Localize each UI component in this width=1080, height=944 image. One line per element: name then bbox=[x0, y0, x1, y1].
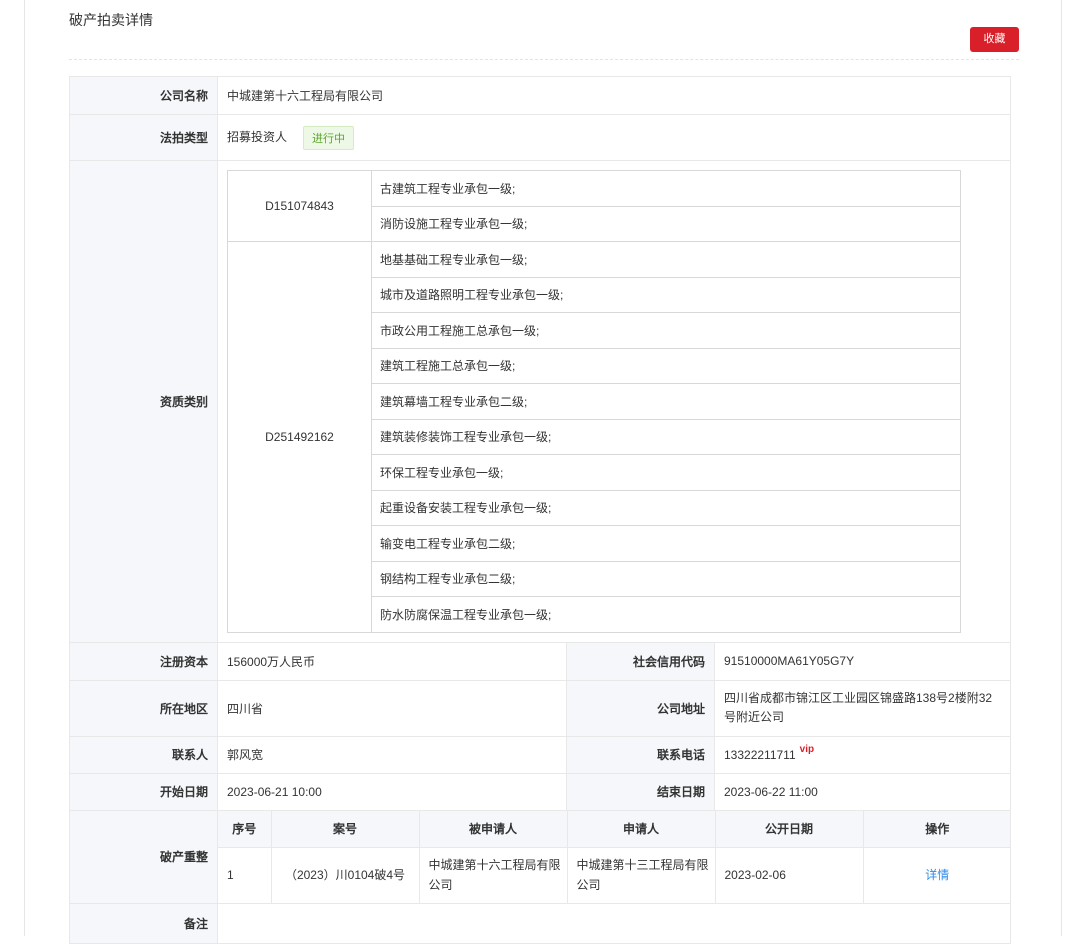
qualification-row: D151074843 古建筑工程专业承包一级; bbox=[227, 170, 961, 242]
case-header-applicant: 申请人 bbox=[566, 810, 716, 848]
start-date-value: 2023-06-21 10:00 bbox=[217, 772, 567, 811]
case-number: （2023）川0104破4号 bbox=[270, 847, 420, 903]
qualification-item: 城市及道路照明工程专业承包一级; bbox=[371, 276, 961, 313]
case-applicant: 中城建第十三工程局有限公司 bbox=[566, 847, 716, 903]
qualification-item: 古建筑工程专业承包一级; bbox=[371, 170, 961, 207]
capital-value: 156000万人民币 bbox=[217, 641, 567, 681]
qualification-label: 资质类别 bbox=[69, 160, 218, 643]
credit-code-value: 91510000MA61Y05G7Y bbox=[713, 641, 1012, 681]
divider bbox=[69, 59, 1019, 60]
restructure-label: 破产重整 bbox=[69, 809, 218, 904]
capital-label: 注册资本 bbox=[69, 641, 218, 681]
row-restructure: 破产重整 序号 案号 被申请人 申请人 公开日期 操作 1 （2023）川010… bbox=[69, 809, 1012, 904]
company-label: 公司名称 bbox=[69, 76, 218, 115]
contact-value: 郭风宽 bbox=[217, 735, 567, 774]
company-value: 中城建第十六工程局有限公司 bbox=[216, 76, 1012, 115]
qualification-item: 起重设备安装工程专业承包一级; bbox=[371, 489, 961, 526]
auction-type-cell: 招募投资人 进行中 bbox=[216, 114, 1012, 161]
qualification-item: 消防设施工程专业承包一级; bbox=[371, 205, 961, 242]
row-qualification: 资质类别 D151074843 古建筑工程专业承包一级; 消防设施工程专业承包一… bbox=[69, 160, 1012, 643]
row-region: 所在地区 四川省 公司地址 四川省成都市锦江区工业园区锦盛路138号2楼附32号… bbox=[69, 679, 1012, 737]
case-action-cell: 详情 bbox=[862, 847, 1011, 903]
qualification-table: D151074843 古建筑工程专业承包一级; 消防设施工程专业承包一级; D2… bbox=[227, 170, 961, 633]
case-header-index: 序号 bbox=[218, 810, 272, 848]
page-title: 破产拍卖详情 bbox=[69, 12, 153, 28]
qualification-cell: D151074843 古建筑工程专业承包一级; 消防设施工程专业承包一级; D2… bbox=[216, 160, 1012, 643]
qualification-code: D251492162 bbox=[227, 241, 372, 633]
vip-badge[interactable]: vip bbox=[800, 744, 814, 755]
row-dates: 开始日期 2023-06-21 10:00 结束日期 2023-06-22 11… bbox=[69, 772, 1012, 811]
region-label: 所在地区 bbox=[69, 679, 218, 737]
end-date-value: 2023-06-22 11:00 bbox=[713, 772, 1012, 811]
row-company: 公司名称 中城建第十六工程局有限公司 bbox=[69, 76, 1012, 115]
case-header-case-no: 案号 bbox=[270, 810, 420, 848]
detail-link[interactable]: 详情 bbox=[925, 868, 949, 882]
phone-label: 联系电话 bbox=[566, 735, 715, 774]
phone-value: 13322211711 bbox=[724, 747, 796, 762]
content-panel: 破产拍卖详情 收藏 公司名称 中城建第十六工程局有限公司 法拍类型 招募投资人进… bbox=[24, 0, 1062, 944]
case-header-date: 公开日期 bbox=[714, 810, 864, 848]
restructure-cell: 序号 案号 被申请人 申请人 公开日期 操作 1 （2023）川0104破4号 … bbox=[216, 809, 1012, 904]
detail-table: 公司名称 中城建第十六工程局有限公司 法拍类型 招募投资人 进行中 资质类别 D1… bbox=[69, 76, 1012, 944]
auction-type-value: 招募投资人 bbox=[227, 129, 288, 144]
row-remark: 备注 bbox=[69, 902, 1012, 944]
qualification-item: 建筑装修装饰工程专业承包一级; bbox=[371, 418, 961, 455]
row-auction-type: 法拍类型 招募投资人 进行中 bbox=[69, 114, 1012, 161]
qualification-item: 输变电工程专业承包二级; bbox=[371, 525, 961, 562]
case-header-respondent: 被申请人 bbox=[418, 810, 568, 848]
status-badge: 进行中 bbox=[303, 125, 355, 150]
remark-label: 备注 bbox=[69, 902, 218, 944]
qualification-row: D251492162 地基基础工程专业承包一级; bbox=[227, 241, 961, 633]
qualification-item: 建筑工程施工总承包一级; bbox=[371, 347, 961, 384]
case-date: 2023-02-06 bbox=[714, 847, 864, 903]
auction-type-label: 法拍类型 bbox=[69, 114, 218, 161]
qualification-item: 地基基础工程专业承包一级; bbox=[371, 241, 961, 278]
qualification-item: 防水防腐保温工程专业承包一级; bbox=[371, 596, 961, 633]
row-contact: 联系人 郭风宽 联系电话 13322211711 vip bbox=[69, 735, 1012, 774]
case-index: 1 bbox=[218, 847, 272, 903]
contact-label: 联系人 bbox=[69, 735, 218, 774]
qualification-item: 建筑幕墙工程专业承包二级; bbox=[371, 383, 961, 420]
favorite-button[interactable]: 收藏 bbox=[970, 27, 1019, 52]
phone-cell: 13322211711 vip bbox=[713, 735, 1012, 774]
qualification-item: 钢结构工程专业承包二级; bbox=[371, 560, 961, 597]
start-date-label: 开始日期 bbox=[69, 772, 218, 811]
table-row: 1 （2023）川0104破4号 中城建第十六工程局有限公司 中城建第十三工程局… bbox=[218, 847, 1011, 903]
address-label: 公司地址 bbox=[566, 679, 715, 737]
case-table-header: 序号 案号 被申请人 申请人 公开日期 操作 bbox=[218, 810, 1011, 848]
qualification-item: 市政公用工程施工总承包一级; bbox=[371, 312, 961, 349]
case-header-action: 操作 bbox=[862, 810, 1011, 848]
case-table: 序号 案号 被申请人 申请人 公开日期 操作 1 （2023）川0104破4号 … bbox=[218, 810, 1011, 903]
end-date-label: 结束日期 bbox=[566, 772, 715, 811]
row-capital: 注册资本 156000万人民币 社会信用代码 91510000MA61Y05G7… bbox=[69, 641, 1012, 681]
case-respondent: 中城建第十六工程局有限公司 bbox=[418, 847, 568, 903]
address-value: 四川省成都市锦江区工业园区锦盛路138号2楼附32号附近公司 bbox=[713, 679, 1012, 737]
remark-value bbox=[216, 902, 1012, 944]
region-value: 四川省 bbox=[217, 679, 567, 737]
qualification-item: 环保工程专业承包一级; bbox=[371, 454, 961, 491]
credit-code-label: 社会信用代码 bbox=[566, 641, 715, 681]
qualification-code: D151074843 bbox=[227, 170, 372, 242]
